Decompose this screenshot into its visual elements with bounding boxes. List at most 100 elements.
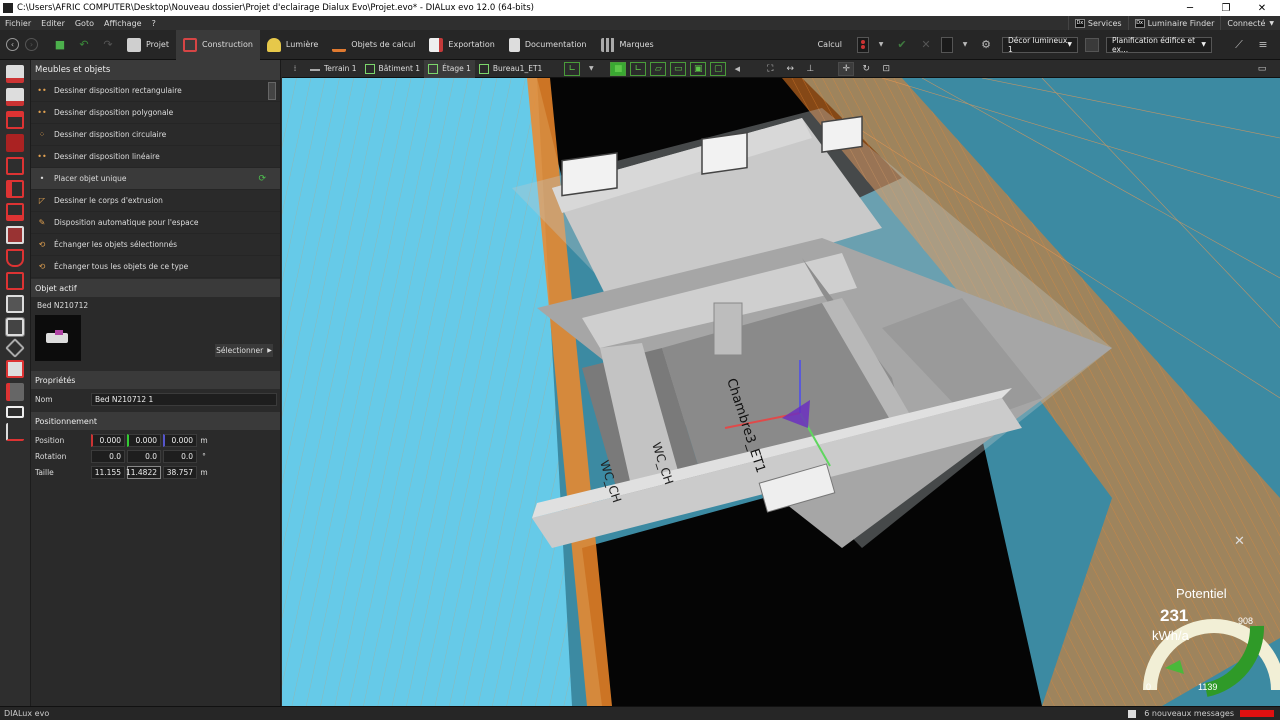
view-mode-solid-icon[interactable]: ■ — [610, 61, 627, 76]
ruler-icon[interactable]: ⟋ — [1230, 36, 1248, 54]
view-mode-2-icon[interactable]: ∟ — [630, 61, 647, 76]
texture-tool-icon[interactable] — [6, 360, 24, 378]
rectangle-tool-icon[interactable] — [6, 406, 24, 418]
menu-file[interactable]: Fichier — [0, 19, 36, 28]
size-z-input[interactable]: 38.757 — [163, 465, 197, 479]
breadcrumb-room[interactable]: Bureau1_ET1 — [475, 60, 546, 78]
close-window-button[interactable]: ✕ — [1244, 3, 1280, 14]
size-x-input[interactable]: 11.155 — [91, 465, 125, 479]
tool-rect-layout[interactable]: •• Dessiner disposition rectangulaire — [31, 80, 280, 102]
cube-tool-icon[interactable] — [6, 295, 24, 313]
menu-edit[interactable]: Editer — [36, 19, 70, 28]
rotation-x-input[interactable]: 0.0 — [91, 449, 125, 463]
chevron-down-icon[interactable]: ▼ — [582, 60, 600, 78]
tab-objets-calcul[interactable]: Objets de calcul — [325, 30, 422, 60]
tab-projet[interactable]: Projet — [120, 30, 176, 60]
dimension-icon[interactable]: ⊥ — [802, 62, 818, 76]
scene-svg[interactable]: Chambre3_ET1 WC_CH WC_CH ✕ Potentiel 231… — [282, 78, 1280, 706]
tool-swap-all[interactable]: ⟲ Échanger tous les objets de ce type — [31, 256, 280, 278]
rotation-z-input[interactable]: 0.0 — [163, 449, 197, 463]
rotation-y-input[interactable]: 0.0 — [127, 449, 161, 463]
breadcrumb-batiment[interactable]: Bâtiment 1 — [361, 60, 425, 78]
chevron-down-icon[interactable]: ▼ — [872, 36, 890, 54]
minimize-button[interactable]: ─ — [1172, 3, 1208, 14]
position-x-input[interactable]: 0.000 — [91, 433, 125, 447]
menu-goto[interactable]: Goto — [70, 19, 99, 28]
position-y-input[interactable]: 0.000 — [127, 433, 161, 447]
size-y-input[interactable]: 11.4822 — [126, 465, 161, 479]
material-tool-icon[interactable] — [5, 338, 25, 358]
cut-tool-icon[interactable] — [6, 383, 24, 401]
room-tool-icon[interactable] — [6, 157, 24, 175]
hierarchy-tool-icon[interactable] — [6, 423, 24, 441]
start-calc-icon[interactable]: ✔ — [893, 36, 911, 54]
close-gauge-icon[interactable]: ✕ — [1234, 534, 1245, 549]
tab-construction[interactable]: Construction — [175, 29, 260, 60]
position-z-input[interactable]: 0.000 — [163, 433, 197, 447]
scene-settings-icon[interactable] — [1085, 37, 1099, 52]
storey-tool-icon[interactable] — [6, 134, 24, 152]
tab-documentation[interactable]: Documentation — [502, 30, 594, 60]
furniture-tool-icon[interactable] — [5, 317, 25, 337]
menu-icon[interactable]: ≡ — [1254, 36, 1272, 54]
zoom-fit-icon[interactable]: ⛶ — [762, 62, 778, 76]
planning-select[interactable]: Planification édifice et ex... ▼ — [1106, 36, 1212, 54]
undo-icon[interactable]: ↶ — [75, 36, 93, 54]
import-plan-icon[interactable] — [6, 65, 24, 83]
cancel-calc-icon[interactable]: ✕ — [917, 36, 935, 54]
messages-count[interactable]: 6 nouveaux messages — [1144, 709, 1234, 718]
breadcrumb-terrain[interactable]: Terrain 1 — [306, 60, 361, 78]
scrollbar-thumb[interactable] — [268, 82, 276, 100]
view-mode-3-icon[interactable]: ▱ — [650, 61, 667, 76]
services-button[interactable]: Dx Services — [1067, 16, 1128, 30]
tool-swap-selected[interactable]: ⟲ Échanger les objets sélectionnés — [31, 234, 280, 256]
tool-polygon-layout[interactable]: •• Dessiner disposition polygonale — [31, 102, 280, 124]
menu-help[interactable]: ? — [147, 19, 161, 28]
tab-marques[interactable]: Marques — [594, 30, 661, 60]
import-ifc-icon[interactable] — [6, 88, 24, 106]
breadcrumb-etage[interactable]: Étage 1 — [424, 59, 475, 78]
maximize-button[interactable]: ❐ — [1208, 3, 1244, 14]
building-tool-icon[interactable] — [6, 111, 24, 129]
roof-tool-icon[interactable] — [6, 249, 24, 267]
rotate-icon[interactable]: ↻ — [858, 62, 874, 76]
scale-icon[interactable]: ⊡ — [878, 62, 894, 76]
name-input[interactable]: Bed N210712 1 — [91, 392, 277, 406]
move-icon[interactable]: ✛ — [838, 61, 855, 76]
view-mode-6-icon[interactable]: ▢ — [710, 61, 727, 76]
connected-menu[interactable]: Connecté ▼ — [1220, 16, 1280, 30]
tool-extrusion-body[interactable]: ◸ Dessiner le corps d'extrusion — [31, 190, 280, 212]
tab-exportation[interactable]: Exportation — [422, 30, 501, 60]
gear-icon[interactable]: ⚙ — [977, 36, 995, 54]
select-object-button[interactable]: Sélectionner ▶ — [215, 344, 273, 357]
tab-lumiere[interactable]: Lumière — [260, 30, 325, 60]
luminaire-finder-button[interactable]: Dx Luminaire Finder — [1127, 16, 1221, 30]
forward-icon[interactable]: › — [25, 38, 38, 51]
tool-single-object[interactable]: • Placer objet unique ⟳ — [31, 168, 280, 190]
menu-view[interactable]: Affichage — [99, 19, 147, 28]
redo-icon[interactable]: ↷ — [99, 36, 117, 54]
measure-icon[interactable]: ↔ — [782, 62, 798, 76]
refresh-icon[interactable]: ⟳ — [258, 174, 266, 184]
tool-linear-layout[interactable]: •• Dessiner disposition linéaire — [31, 146, 280, 168]
calc-options-icon[interactable] — [941, 36, 953, 53]
light-scene-select[interactable]: Décor lumineux 1 ▼ — [1002, 36, 1078, 54]
gauge-min: 0 — [1146, 682, 1151, 692]
wall-tool-icon[interactable] — [6, 180, 24, 198]
save-icon[interactable]: ■ — [51, 36, 69, 54]
tool-circular-layout[interactable]: ⁘ Dessiner disposition circulaire — [31, 124, 280, 146]
chevron-left-icon[interactable]: ◀ — [728, 60, 746, 78]
level-select-icon[interactable]: ∟ — [564, 61, 581, 76]
door-tool-icon[interactable] — [6, 203, 24, 221]
chevron-down-icon[interactable]: ▼ — [956, 36, 974, 54]
view-mode-4-icon[interactable]: ▭ — [670, 61, 687, 76]
fullscreen-icon[interactable]: ▭ — [1254, 62, 1270, 76]
3d-viewport[interactable]: Chambre3_ET1 WC_CH WC_CH ✕ Potentiel 231… — [282, 78, 1280, 706]
view-mode-5-icon[interactable]: ▣ — [690, 61, 707, 76]
calc-traffic-icon[interactable] — [857, 36, 869, 53]
back-icon[interactable]: ‹ — [6, 38, 19, 51]
window-tool-icon[interactable] — [6, 226, 24, 244]
messages-icon[interactable] — [1128, 709, 1137, 718]
ceiling-tool-icon[interactable] — [6, 272, 24, 290]
tool-auto-layout[interactable]: ✎ Disposition automatique pour l'espace — [31, 212, 280, 234]
